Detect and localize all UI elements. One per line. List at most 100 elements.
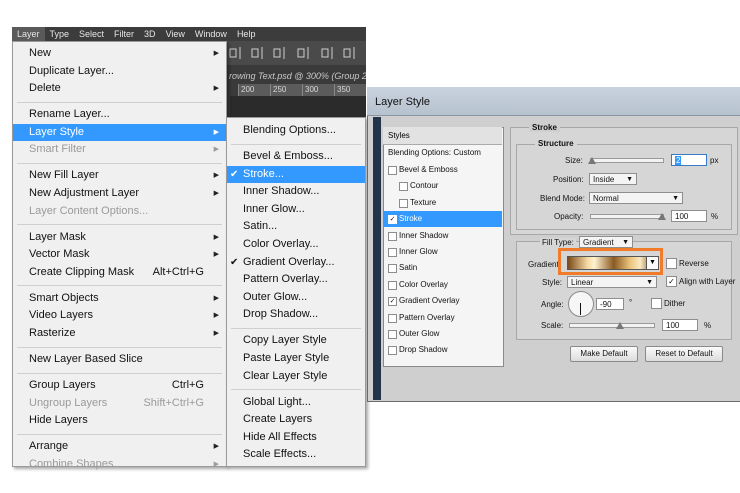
style-checkbox[interactable] [399, 182, 408, 192]
menu-item-rasterize[interactable]: Rasterize ▶ [13, 325, 226, 342]
menu-item-copy-layer-style[interactable]: Copy Layer Style [227, 332, 365, 349]
menu-item-delete[interactable]: Delete ▶ [13, 80, 226, 97]
angle-dial[interactable] [568, 291, 594, 317]
style-item-gradient-overlay[interactable]: ✓ Gradient Overlay [383, 293, 502, 309]
menu-item-new-layer-based-slice[interactable]: New Layer Based Slice [13, 351, 226, 368]
menu-item-satin[interactable]: Satin... [227, 218, 365, 235]
style-checkbox[interactable] [388, 346, 397, 356]
menubar-select[interactable]: Select [74, 27, 109, 41]
opacity-input[interactable]: 100 [671, 210, 707, 222]
menu-item-layer-mask[interactable]: Layer Mask ▶ [13, 229, 226, 246]
menu-item-paste-layer-style[interactable]: Paste Layer Style [227, 350, 365, 367]
blend-mode-select[interactable]: Normal ▼ [589, 192, 683, 204]
scale-slider-thumb[interactable] [616, 322, 624, 329]
dither-checkbox[interactable] [651, 298, 662, 309]
menu-separator [17, 285, 222, 287]
menubar-help[interactable]: Help [232, 27, 261, 41]
style-item-pattern-overlay[interactable]: Pattern Overlay [383, 310, 502, 326]
position-select[interactable]: Inside ▼ [589, 173, 637, 185]
menu-item-stroke[interactable]: ✔ Stroke... [227, 165, 365, 183]
style-checkbox[interactable] [388, 313, 397, 323]
chevron-down-icon: ▼ [626, 176, 633, 183]
menu-item-color-overlay[interactable]: Color Overlay... [227, 236, 365, 253]
menu-item-layer-content-options: Layer Content Options... [13, 203, 226, 220]
align-with-layer-checkbox[interactable]: ✓ [666, 276, 677, 287]
menu-item-blending-options[interactable]: Blending Options... [227, 122, 365, 139]
style-item-satin[interactable]: Satin [383, 260, 502, 276]
style-select[interactable]: Linear ▼ [567, 276, 657, 288]
make-default-button[interactable]: Make Default [570, 346, 638, 362]
menu-item-new-fill-layer[interactable]: New Fill Layer ▶ [13, 167, 226, 184]
menu-item-hide-layers[interactable]: Hide Layers [13, 412, 226, 429]
menu-item-new-adjustment-layer[interactable]: New Adjustment Layer ▶ [13, 185, 226, 202]
menu-item-global-light[interactable]: Global Light... [227, 394, 365, 411]
reverse-checkbox[interactable] [666, 258, 677, 269]
menubar-layer[interactable]: Layer [12, 27, 45, 41]
menu-item-scale-effects[interactable]: Scale Effects... [227, 446, 365, 463]
chevron-down-icon: ▼ [646, 279, 653, 286]
menu-item-arrange[interactable]: Arrange ▶ [13, 438, 226, 455]
angle-input[interactable]: -90 [596, 298, 624, 310]
style-item-drop-shadow[interactable]: Drop Shadow [383, 342, 502, 358]
menu-item-label: Clear Layer Style [243, 369, 328, 382]
menu-item-rename-layer[interactable]: Rename Layer... [13, 106, 226, 123]
dialog-title-bar[interactable]: Layer Style [367, 87, 740, 116]
menubar-window[interactable]: Window [190, 27, 232, 41]
menu-item-label: Arrange [29, 440, 69, 453]
opacity-slider-thumb[interactable] [658, 213, 666, 220]
style-item-stroke[interactable]: ✓ Stroke [383, 211, 502, 228]
menu-item-outer-glow[interactable]: Outer Glow... [227, 289, 365, 306]
style-checkbox[interactable] [388, 248, 397, 257]
style-checkbox[interactable] [388, 264, 397, 274]
menubar-3d[interactable]: 3D [139, 27, 161, 41]
menu-item-gradient-overlay[interactable]: ✔ Gradient Overlay... [227, 254, 365, 271]
size-input[interactable]: 2 [671, 154, 707, 166]
style-item-outer-glow[interactable]: Outer Glow [383, 326, 502, 342]
menubar-type[interactable]: Type [45, 27, 75, 41]
menu-item-pattern-overlay[interactable]: Pattern Overlay... [227, 271, 365, 288]
style-item-contour[interactable]: Contour [383, 178, 502, 194]
size-slider[interactable] [590, 158, 664, 163]
size-slider-thumb[interactable] [588, 157, 596, 164]
style-checkbox[interactable]: ✓ [388, 297, 397, 307]
style-checkbox[interactable] [399, 198, 408, 208]
style-checkbox[interactable] [388, 330, 397, 339]
style-checkbox[interactable] [388, 231, 397, 241]
style-item-inner-shadow[interactable]: Inner Shadow [383, 228, 502, 244]
menu-item-hide-all-effects[interactable]: Hide All Effects [227, 429, 365, 446]
menu-item-smart-objects[interactable]: Smart Objects ▶ [13, 290, 226, 307]
style-checkbox[interactable]: ✓ [388, 215, 397, 225]
style-item-bevel-emboss[interactable]: Bevel & Emboss [383, 162, 502, 178]
document-tab[interactable]: rowing Text.psd @ 300% (Group 2 [229, 71, 366, 83]
layer-menu: New ▶ Duplicate Layer... Delete ▶ Rename Laye… [12, 41, 227, 470]
menu-item-vector-mask[interactable]: Vector Mask ▶ [13, 246, 226, 263]
style-checkbox[interactable] [388, 166, 397, 175]
menu-item-video-layers[interactable]: Video Layers ▶ [13, 307, 226, 324]
submenu-arrow-icon: ▶ [213, 330, 219, 337]
menu-item-new[interactable]: New ▶ [13, 45, 226, 62]
menu-item-drop-shadow[interactable]: Drop Shadow... [227, 306, 365, 323]
fill-type-select[interactable]: Gradient ▼ [579, 236, 633, 248]
style-item-texture[interactable]: Texture [383, 195, 502, 211]
menu-item-inner-shadow[interactable]: Inner Shadow... [227, 183, 365, 200]
style-item-blending-options-custom[interactable]: Blending Options: Custom [383, 145, 502, 161]
opacity-slider[interactable] [590, 214, 664, 219]
menu-item-inner-glow[interactable]: Inner Glow... [227, 201, 365, 218]
reset-to-default-button[interactable]: Reset to Default [645, 346, 723, 362]
menu-item-bevel-emboss[interactable]: Bevel & Emboss... [227, 148, 365, 165]
menubar-filter[interactable]: Filter [109, 27, 139, 41]
menu-item-create-clipping-mask[interactable]: Create Clipping Mask Alt+Ctrl+G [13, 264, 226, 281]
styles-header[interactable]: Styles [383, 127, 502, 145]
menu-item-duplicate-layer[interactable]: Duplicate Layer... [13, 63, 226, 80]
menu-item-group-layers[interactable]: Group Layers Ctrl+G [13, 377, 226, 394]
style-item-color-overlay[interactable]: Color Overlay [383, 277, 502, 293]
style-item-label: Bevel & Emboss [399, 165, 458, 174]
style-item-inner-glow[interactable]: Inner Glow [383, 244, 502, 260]
menubar-view[interactable]: View [161, 27, 190, 41]
scale-slider[interactable] [569, 323, 655, 328]
style-checkbox[interactable] [388, 280, 397, 290]
menu-item-create-layers[interactable]: Create Layers [227, 411, 365, 428]
menu-item-clear-layer-style[interactable]: Clear Layer Style [227, 368, 365, 385]
scale-input[interactable]: 100 [662, 319, 698, 331]
menu-item-layer-style[interactable]: Layer Style ▶ [13, 123, 226, 141]
